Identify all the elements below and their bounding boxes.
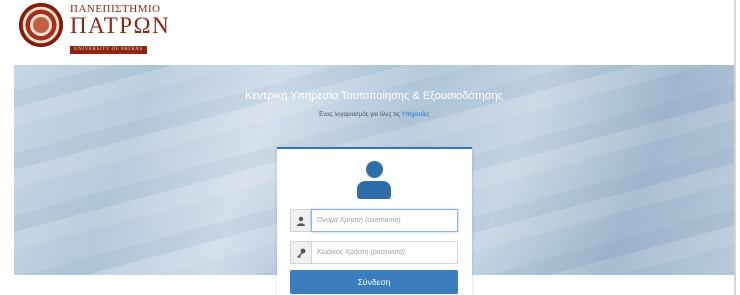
page-edge bbox=[734, 0, 736, 295]
hero-subtitle: Ένας λογαριασμός για όλες τις Υπηρεσίες bbox=[14, 112, 734, 118]
hero-subtitle-text: Ένας λογαριασμός για όλες τις bbox=[318, 112, 402, 118]
user-icon-head bbox=[366, 161, 383, 178]
seal-emblem bbox=[33, 17, 49, 33]
user-icon bbox=[357, 161, 391, 201]
university-logo[interactable]: ΠΑΝΕΠΙΣΤΗΜΙΟ ΠΑΤΡΩΝ UNIVERSITY OF PATRAS bbox=[70, 4, 170, 55]
logo-line-3: UNIVERSITY OF PATRAS bbox=[70, 46, 147, 54]
password-field-group bbox=[290, 241, 458, 264]
hero-title: Κεντρική Υπηρεσία Ταυτοποίησης & Εξουσιο… bbox=[245, 90, 503, 102]
header: ΠΑΝΕΠΙΣΤΗΜΙΟ ΠΑΤΡΩΝ UNIVERSITY OF PATRAS bbox=[0, 0, 740, 65]
password-addon bbox=[290, 241, 311, 264]
person-icon bbox=[297, 216, 305, 226]
username-input[interactable] bbox=[311, 209, 458, 232]
user-icon-body bbox=[357, 181, 391, 199]
key-icon bbox=[297, 248, 306, 258]
password-input[interactable] bbox=[311, 241, 458, 264]
services-link[interactable]: Υπηρεσίες bbox=[401, 112, 429, 118]
logo-line-2: ΠΑΤΡΩΝ bbox=[70, 13, 171, 38]
login-button[interactable]: Σύνδεση bbox=[290, 270, 458, 294]
username-field-group bbox=[290, 209, 458, 232]
username-addon bbox=[290, 209, 311, 232]
login-card: Σύνδεση bbox=[277, 147, 472, 295]
university-seal-logo[interactable] bbox=[19, 3, 63, 47]
